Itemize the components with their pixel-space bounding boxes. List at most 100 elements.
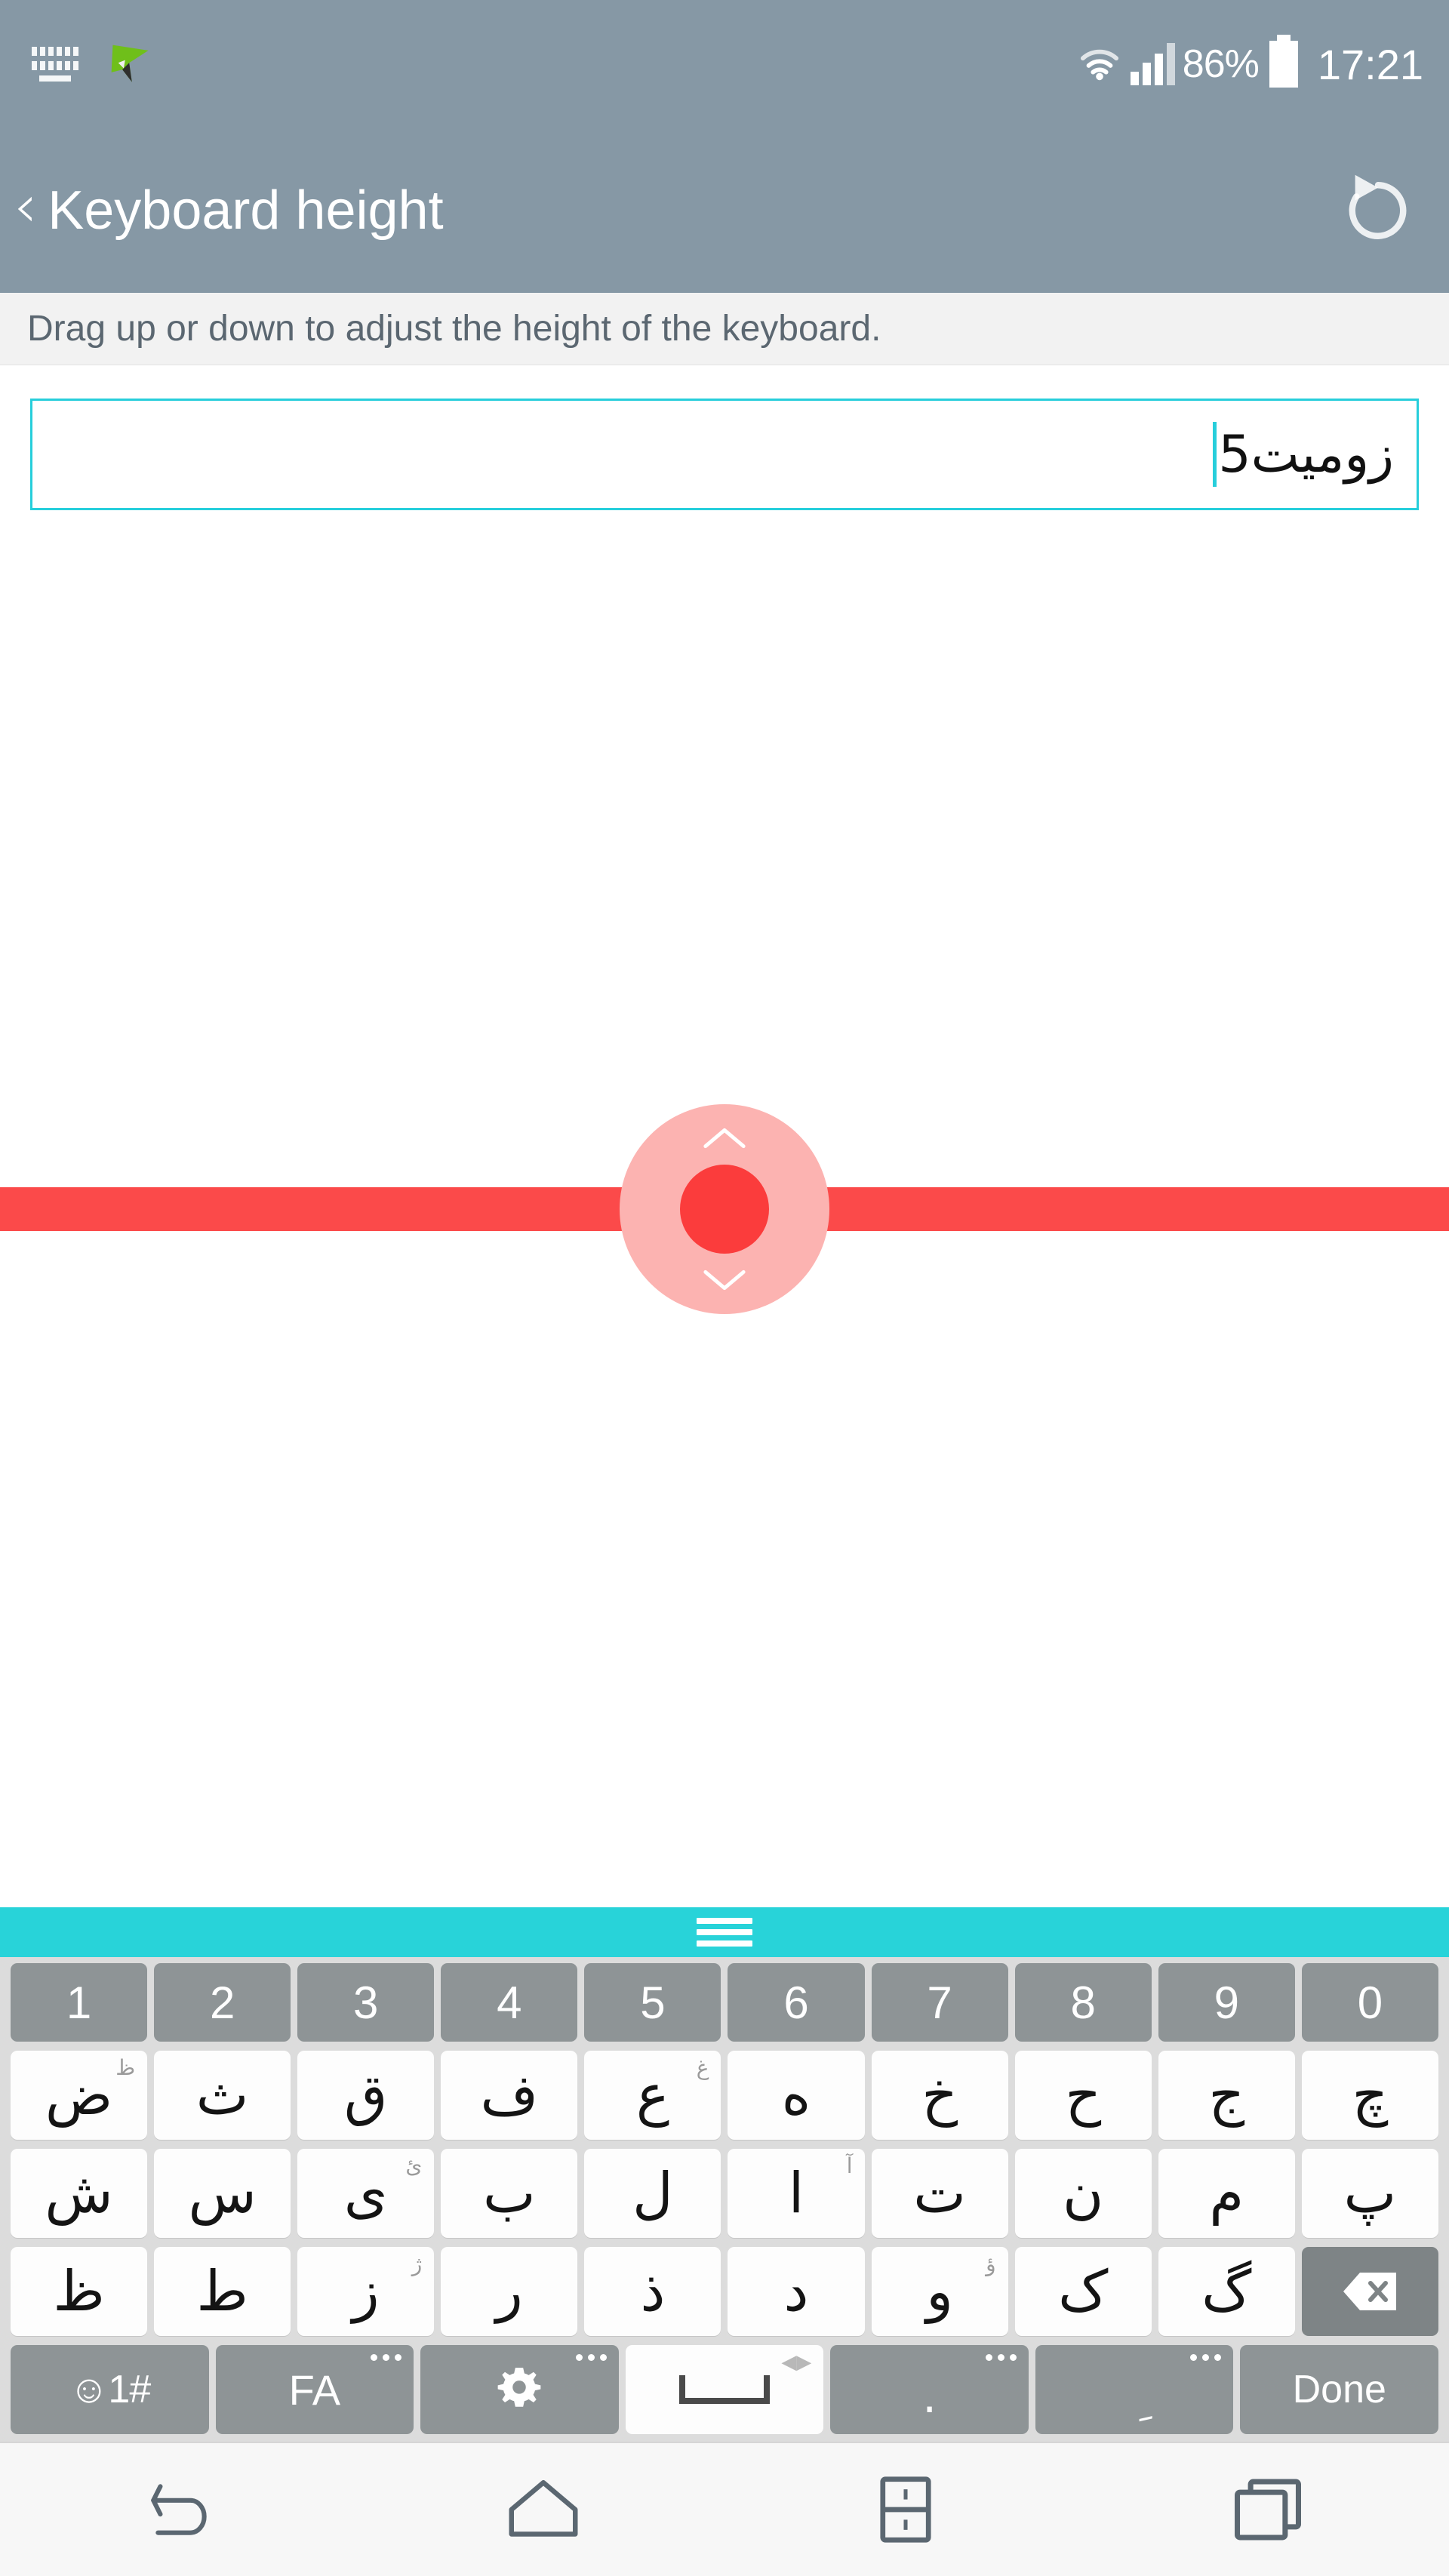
diacritic-key[interactable]: ِ <box>1035 2345 1234 2434</box>
status-bar: 86% 17:21 <box>0 0 1449 128</box>
key-9[interactable]: 9 <box>1158 1963 1295 2042</box>
phone-screen: 86% 17:21 ‹ Keyboard height Drag up or d… <box>0 0 1449 2576</box>
key-label: ث <box>195 2063 249 2128</box>
virtual-keyboard: 1 2 3 4 5 6 7 8 9 0 ظض ث ق ف غع ه خ ح ج … <box>0 1957 1449 2442</box>
key-label: ک <box>1058 2259 1109 2324</box>
status-bar-clock: 17:21 <box>1317 40 1423 88</box>
key-label: ظ <box>53 2259 105 2324</box>
nav-home-icon <box>509 2480 578 2537</box>
text-caret <box>1213 422 1217 487</box>
key-label: ق <box>344 2063 388 2128</box>
system-nav-bar <box>0 2442 1449 2576</box>
key-label: ض <box>45 2063 113 2128</box>
key-hint: ئ <box>405 2153 423 2178</box>
key-2[interactable]: 2 <box>154 1963 291 2042</box>
key-letter[interactable]: ئی <box>297 2149 435 2238</box>
key-letter[interactable]: ج <box>1158 2051 1295 2140</box>
key-1[interactable]: 1 <box>11 1963 148 2042</box>
backspace-key[interactable] <box>1301 2247 1438 2336</box>
key-letter[interactable]: ژز <box>297 2247 435 2336</box>
key-letter[interactable]: غع <box>584 2051 721 2140</box>
nav-recents-button[interactable] <box>1087 2443 1449 2576</box>
key-letter[interactable]: ک <box>1014 2247 1152 2336</box>
status-bar-left-icons <box>27 42 152 86</box>
key-label: د <box>783 2259 809 2324</box>
emoji-symbols-label: ☺1# <box>69 2368 151 2411</box>
key-letter[interactable]: ق <box>297 2051 435 2140</box>
nav-home-button[interactable] <box>362 2443 724 2576</box>
key-letter[interactable]: ن <box>1014 2149 1152 2238</box>
done-label: Done <box>1292 2368 1386 2411</box>
input-zone: زومیت5 <box>0 365 1449 510</box>
key-letter[interactable]: پ <box>1301 2149 1438 2238</box>
key-letter[interactable]: ظض <box>11 2051 148 2140</box>
key-letter[interactable]: گ <box>1158 2247 1295 2336</box>
function-row: ☺1# FA ◀▶ . ِ <box>4 2345 1445 2434</box>
key-letter[interactable]: ه <box>728 2051 865 2140</box>
more-options-dots-icon <box>1190 2354 1222 2361</box>
key-letter[interactable]: م <box>1158 2149 1295 2238</box>
reset-button[interactable] <box>1333 165 1423 256</box>
gear-icon <box>498 2368 541 2407</box>
backspace-icon <box>1343 2273 1397 2310</box>
key-letter[interactable]: ذ <box>584 2247 721 2336</box>
text-field-value: زومیت5 <box>1218 424 1394 485</box>
key-letter[interactable]: ر <box>441 2247 578 2336</box>
more-options-dots-icon <box>575 2354 607 2361</box>
key-5[interactable]: 5 <box>584 1963 721 2042</box>
nav-dual-window-button[interactable] <box>724 2443 1087 2576</box>
key-7[interactable]: 7 <box>871 1963 1008 2042</box>
preview-text-field[interactable]: زومیت5 <box>30 399 1419 510</box>
key-letter[interactable]: ظ <box>11 2247 148 2336</box>
key-letter[interactable]: چ <box>1301 2051 1438 2140</box>
signal-bars-icon <box>1130 43 1175 85</box>
wifi-icon <box>1080 49 1118 81</box>
keyboard-resize-bar[interactable] <box>0 1907 1449 1957</box>
key-letter[interactable]: ح <box>1014 2051 1152 2140</box>
nav-recents-icon <box>1235 2479 1301 2541</box>
key-letter[interactable]: ف <box>441 2051 578 2140</box>
key-hint: ظ <box>115 2055 136 2080</box>
nav-back-icon <box>151 2484 207 2535</box>
key-letter[interactable]: ت <box>871 2149 1008 2238</box>
keyboard-height-drag-area[interactable] <box>0 510 1449 1907</box>
key-3[interactable]: 3 <box>297 1963 435 2042</box>
drag-handle-core <box>680 1164 769 1254</box>
nav-back-button[interactable] <box>0 2443 362 2576</box>
key-letter[interactable]: ث <box>154 2051 291 2140</box>
space-icon <box>679 2375 771 2404</box>
language-key[interactable]: FA <box>215 2345 414 2434</box>
more-options-dots-icon <box>985 2354 1017 2361</box>
done-key[interactable]: Done <box>1240 2345 1439 2434</box>
settings-key[interactable] <box>420 2345 619 2434</box>
drag-handle[interactable] <box>620 1103 829 1314</box>
back-button[interactable]: ‹ <box>8 177 43 244</box>
key-letter[interactable]: ل <box>584 2149 721 2238</box>
letter-row-1: ظض ث ق ف غع ه خ ح ج چ <box>4 2051 1445 2140</box>
emoji-symbols-key[interactable]: ☺1# <box>11 2345 209 2434</box>
space-key[interactable]: ◀▶ <box>625 2345 824 2434</box>
key-letter[interactable]: ش <box>11 2149 148 2238</box>
key-0[interactable]: 0 <box>1301 1963 1438 2042</box>
battery-icon <box>1269 35 1298 88</box>
key-4[interactable]: 4 <box>441 1963 578 2042</box>
key-label: ه <box>781 2063 811 2128</box>
key-label: پ <box>1343 2161 1397 2226</box>
key-letter[interactable]: خ <box>871 2051 1008 2140</box>
key-letter[interactable]: آا <box>728 2149 865 2238</box>
key-8[interactable]: 8 <box>1014 1963 1152 2042</box>
key-letter[interactable]: ط <box>154 2247 291 2336</box>
key-letter[interactable]: د <box>728 2247 865 2336</box>
period-key[interactable]: . <box>830 2345 1029 2434</box>
key-letter[interactable]: ب <box>441 2149 578 2238</box>
key-label: چ <box>1352 2063 1389 2128</box>
key-label: ت <box>913 2161 966 2226</box>
key-hint: ؤ <box>986 2251 996 2276</box>
number-row: 1 2 3 4 5 6 7 8 9 0 <box>4 1963 1445 2042</box>
key-letter[interactable]: ؤو <box>871 2247 1008 2336</box>
key-6[interactable]: 6 <box>728 1963 865 2042</box>
key-label: ز <box>352 2259 380 2324</box>
period-label: . <box>922 2371 937 2424</box>
reset-icon <box>1349 174 1407 239</box>
key-letter[interactable]: س <box>154 2149 291 2238</box>
